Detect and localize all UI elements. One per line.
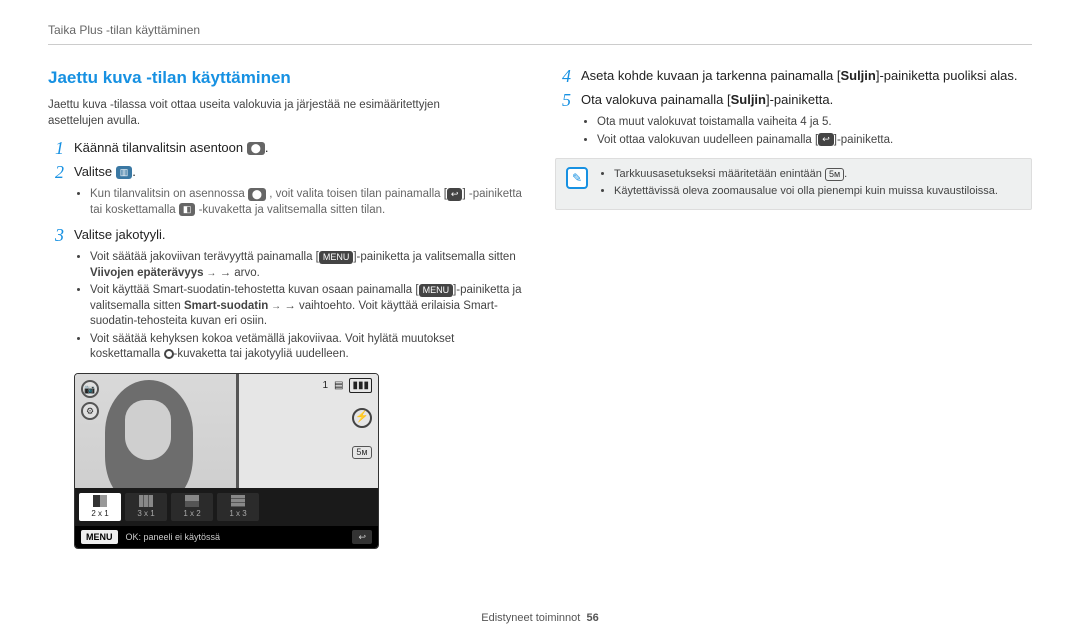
mode-dial-icon: ⬤	[247, 142, 265, 155]
step-2-text: Valitse	[74, 164, 112, 179]
layout-option-3x1[interactable]: 3 x 1	[125, 493, 167, 521]
list-item: Voit säätää jakoviivan terävyyttä painam…	[90, 250, 525, 281]
step-4: 4 Aseta kohde kuvaan ja tarkenna painama…	[555, 67, 1032, 85]
step-3-bullets: Voit säätää jakoviivan terävyyttä painam…	[48, 250, 525, 363]
gear-icon	[164, 349, 174, 359]
step-number: 4	[555, 67, 571, 85]
menu-chip-icon: MENU	[319, 251, 354, 264]
status-text: OK: paneeli ei käytössä	[126, 531, 221, 543]
list-item: Voit säätää kehyksen kokoa vetämällä jak…	[90, 332, 525, 363]
resolution-badge: 5ᴍ	[352, 446, 371, 459]
page-footer: Edistyneet toiminnot 56	[0, 611, 1080, 626]
menu-chip-icon: MENU	[419, 284, 454, 297]
breadcrumb: Taika Plus -tilan käyttäminen	[48, 22, 1032, 38]
list-item: Käytettävissä oleva zoomausalue voi olla…	[614, 184, 998, 199]
preview-left-frame: 📷 ⚙	[75, 374, 239, 488]
layout-option-1x2[interactable]: 1 x 2	[171, 493, 213, 521]
list-item: Tarkkuusasetukseksi määritetään enintään…	[614, 167, 998, 182]
step-number: 1	[48, 139, 64, 157]
preview-status-bar: MENU OK: paneeli ei käytössä ↩	[75, 526, 378, 548]
layout-option-bar: 2 x 1 3 x 1 1 x 2 1 x 3	[75, 488, 378, 526]
layout-option-2x1[interactable]: 2 x 1	[79, 493, 121, 521]
step-number: 5	[555, 91, 571, 109]
mode-dial-icon: ⬤	[248, 188, 266, 201]
step-1: 1 Käännä tilanvalitsin asentoon ⬤.	[48, 139, 525, 157]
divider	[48, 44, 1032, 45]
note-icon: ✎	[566, 167, 588, 189]
step-number: 2	[48, 163, 64, 181]
step-3-text: Valitse jakotyyli.	[74, 226, 525, 244]
return-icon: ↩	[447, 188, 463, 201]
resolution-badge: 5ᴍ	[825, 168, 844, 181]
list-item: Kun tilanvalitsin on asennossa ⬤ , voit …	[90, 187, 525, 218]
right-column: 4 Aseta kohde kuvaan ja tarkenna painama…	[555, 67, 1032, 549]
layout-option-1x3[interactable]: 1 x 3	[217, 493, 259, 521]
camera-preview: 📷 ⚙ 1 ▤ ▮▮▮ ⚡ 5ᴍ	[74, 373, 379, 549]
step-1-text: Käännä tilanvalitsin asentoon	[74, 140, 243, 155]
section-intro: Jaettu kuva -tilassa voit ottaa useita v…	[48, 98, 488, 129]
step-2-bullets: Kun tilanvalitsin on asennossa ⬤ , voit …	[48, 187, 525, 218]
list-item: Voit käyttää Smart-suodatin-tehostetta k…	[90, 283, 525, 330]
preview-right-frame: 1 ▤ ▮▮▮ ⚡ 5ᴍ	[239, 374, 378, 488]
section-title: Jaettu kuva -tilan käyttäminen	[48, 67, 525, 90]
list-item: Voit ottaa valokuvan uudelleen painamall…	[597, 133, 1032, 149]
split-mode-icon: ▥	[116, 166, 133, 179]
return-icon: ↩	[818, 133, 834, 146]
menu-button[interactable]: MENU	[81, 530, 118, 544]
step-number: 3	[48, 226, 64, 244]
step-5-bullets: Ota muut valokuvat toistamalla vaiheita …	[555, 115, 1032, 148]
step-2: 2 Valitse ▥.	[48, 163, 525, 181]
flash-mode-icon: ⚡	[352, 408, 372, 428]
left-column: Jaettu kuva -tilan käyttäminen Jaettu ku…	[48, 67, 525, 549]
battery-icon: ▮▮▮	[349, 378, 372, 394]
note-box: ✎ Tarkkuusasetukseksi määritetään enintä…	[555, 158, 1032, 210]
step-5: 5 Ota valokuva painamalla [Suljin]-paini…	[555, 91, 1032, 109]
mode-tile-icon: ◧	[179, 203, 196, 216]
step-3: 3 Valitse jakotyyli.	[48, 226, 525, 244]
shot-count: 1	[322, 379, 328, 393]
return-button[interactable]: ↩	[352, 530, 372, 544]
preview-viewport: 📷 ⚙ 1 ▤ ▮▮▮ ⚡ 5ᴍ	[75, 374, 378, 488]
list-item: Ota muut valokuvat toistamalla vaiheita …	[597, 115, 1032, 131]
burst-icon: ▤	[334, 379, 343, 393]
content-columns: Jaettu kuva -tilan käyttäminen Jaettu ku…	[48, 67, 1032, 549]
